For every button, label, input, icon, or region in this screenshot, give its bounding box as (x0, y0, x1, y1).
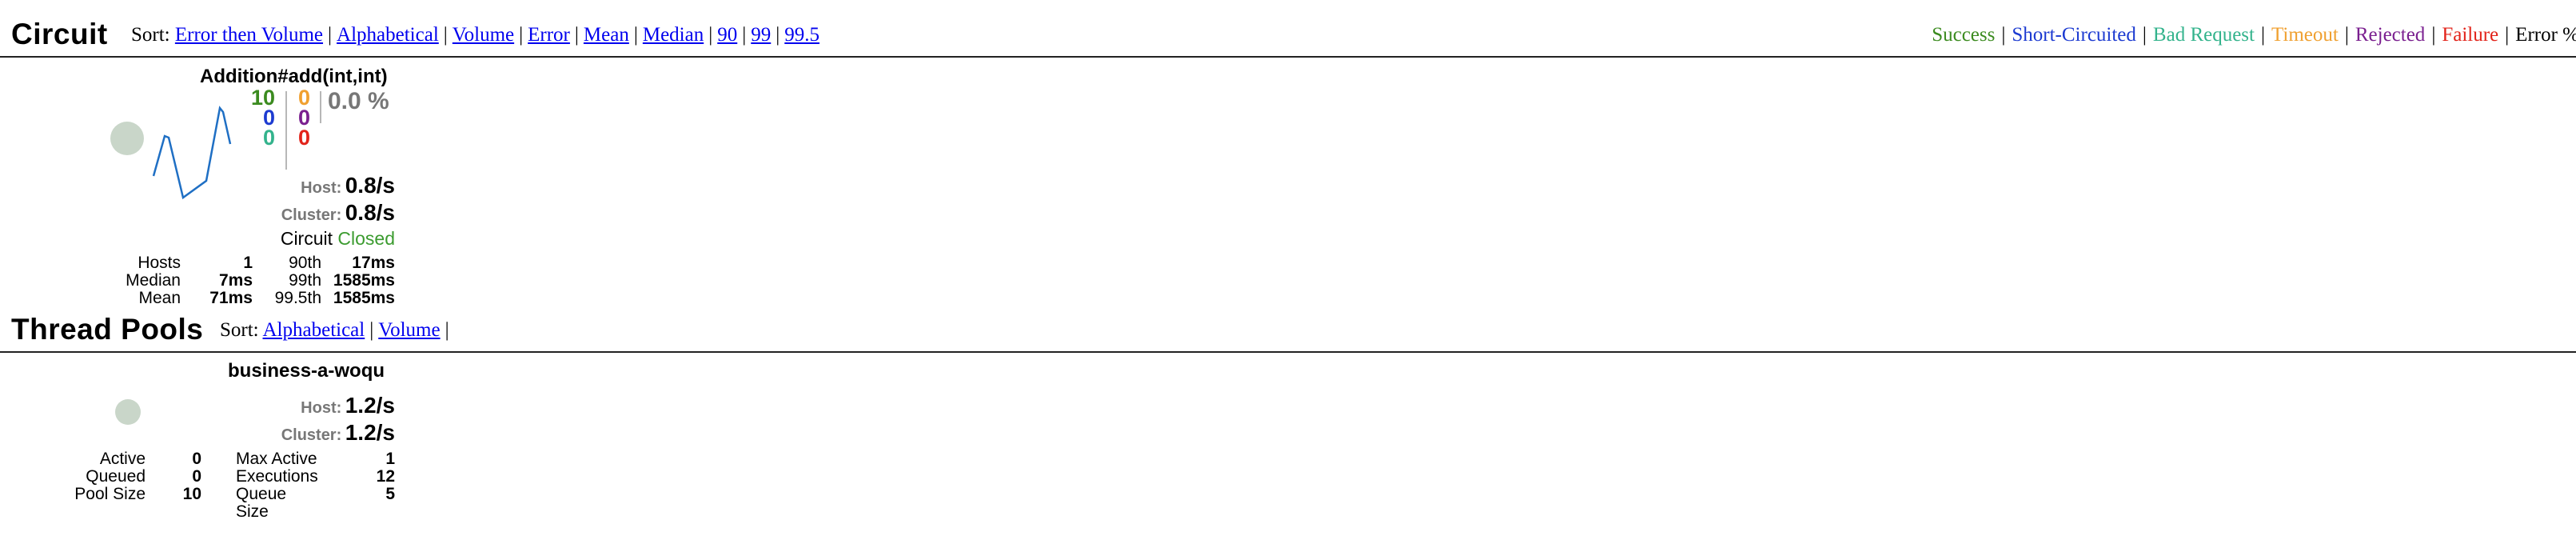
sort-99[interactable]: 99 (751, 24, 771, 46)
tp-cluster-rate: 1.2/s (345, 420, 395, 445)
counts-left: 10 0 0 (248, 87, 275, 150)
tp-stat-value-2: 1 (385, 450, 395, 468)
sort-90[interactable]: 90 (717, 24, 737, 46)
host-rate: 0.8/s (345, 173, 395, 198)
sort-median[interactable]: Median (643, 24, 704, 46)
tp-stat-labels-2: Max Active Executions Queue Size (227, 450, 320, 521)
circuit-status-row: Circuit Closed (281, 228, 395, 250)
tp-host-rate: 1.2/s (345, 393, 395, 418)
legend-success: Success (1932, 24, 1996, 46)
tp-stat-label-2: Max Active (236, 450, 317, 468)
circuit-sort-label: Sort: (131, 24, 170, 46)
circuit-status-label: Circuit (280, 228, 333, 249)
tp-sort-alphabetical[interactable]: Alphabetical (263, 319, 365, 341)
stat-values: 1 7ms 71ms (192, 254, 253, 307)
percentile-labels: 90th 99th 99.5th (264, 254, 321, 307)
tp-host-rate-row: Host: 1.2/s (301, 393, 395, 418)
sort-99-5[interactable]: 99.5 (784, 24, 819, 46)
counts-divider-2 (320, 91, 321, 123)
cluster-rate-row: Cluster: 0.8/s (281, 200, 395, 226)
tp-stat-values: 0 0 10 (160, 450, 201, 503)
stat-labels: Hosts Median Mean (96, 254, 181, 307)
percentile-values: 17ms 1585ms 1585ms (325, 254, 395, 307)
legend-bad-request: Bad Request (2152, 24, 2255, 46)
legend-failure: Failure (2442, 24, 2499, 46)
tp-stat-label: Queued (86, 467, 146, 486)
stat-value: 71ms (209, 289, 253, 307)
circuit-health-chart (110, 106, 232, 200)
cluster-rate: 0.8/s (345, 200, 395, 225)
tp-stat-label-2: Executions (236, 467, 318, 486)
tp-stat-value-2: 5 (385, 485, 395, 503)
tp-stat-value: 0 (192, 450, 201, 468)
tp-stat-labels: Active Queued Pool Size (48, 450, 146, 503)
cluster-label: Cluster: (281, 206, 342, 224)
tp-stat-label: Pool Size (74, 485, 146, 503)
tp-cluster-rate-row: Cluster: 1.2/s (281, 420, 395, 446)
tp-stat-value: 10 (182, 485, 201, 503)
percentile-label: 90th (289, 254, 321, 272)
legend-short-circuited: Short-Circuited (2012, 24, 2136, 46)
sort-error-then-volume[interactable]: Error then Volume (175, 24, 323, 46)
thread-pool-name: business-a-woqu (228, 360, 385, 382)
counts-right: 0 0 0 (293, 87, 310, 150)
tp-stat-values-2: 1 12 5 (336, 450, 395, 503)
counts-divider-1 (285, 91, 287, 170)
percentile-value: 17ms (352, 254, 395, 272)
rate-sparkline (152, 106, 232, 200)
circuit-name: Addition#add(int,int) (200, 66, 388, 87)
tp-cluster-label: Cluster: (281, 426, 342, 444)
bad-request-count: 0 (262, 126, 275, 150)
tp-stat-label-2: Queue Size (236, 485, 287, 521)
legend-timeout: Timeout (2271, 24, 2339, 46)
health-circle (110, 122, 144, 155)
status-legend: Success | Short-Circuited | Bad Request | Time… (1932, 24, 2576, 46)
percentile-label: 99th (289, 271, 321, 290)
tp-host-label: Host: (301, 399, 342, 417)
sort-alphabetical[interactable]: Alphabetical (337, 24, 439, 46)
stat-label: Hosts (138, 254, 181, 272)
thread-pools-sort-label: Sort: (220, 319, 259, 341)
percentile-value: 1585ms (333, 289, 395, 307)
legend-error-pct: Error % (2515, 24, 2576, 46)
tp-stat-label: Active (99, 450, 146, 468)
circuit-sort-bar: Sort: Error then Volume | Alphabetical | Vol… (131, 24, 820, 46)
thread-pools-title: Thread Pools (11, 313, 204, 346)
stat-label: Median (126, 271, 181, 290)
stat-value: 1 (243, 254, 253, 272)
tp-stat-value-2: 12 (376, 467, 395, 486)
percentile-value: 1585ms (333, 271, 395, 290)
error-percentage: 0.0 % (328, 88, 389, 114)
host-label: Host: (301, 179, 342, 197)
host-rate-row: Host: 0.8/s (301, 173, 395, 198)
sort-error[interactable]: Error (528, 24, 570, 46)
circuit-status-value: Closed (337, 228, 395, 249)
legend-rejected: Rejected (2355, 24, 2426, 46)
sort-volume[interactable]: Volume (453, 24, 514, 46)
stat-label: Mean (138, 289, 181, 307)
failure-count: 0 (297, 126, 310, 150)
tp-stat-value: 0 (192, 467, 201, 486)
thread-pools-sort-bar: Sort: Alphabetical | Volume | (220, 319, 449, 341)
stat-value: 7ms (218, 271, 253, 290)
health-circle (115, 399, 141, 425)
percentile-label: 99.5th (274, 289, 321, 307)
sort-mean[interactable]: Mean (584, 24, 629, 46)
thread-pool-health-chart (115, 399, 141, 425)
tp-sort-volume[interactable]: Volume (378, 319, 440, 341)
circuit-title: Circuit (11, 18, 108, 50)
